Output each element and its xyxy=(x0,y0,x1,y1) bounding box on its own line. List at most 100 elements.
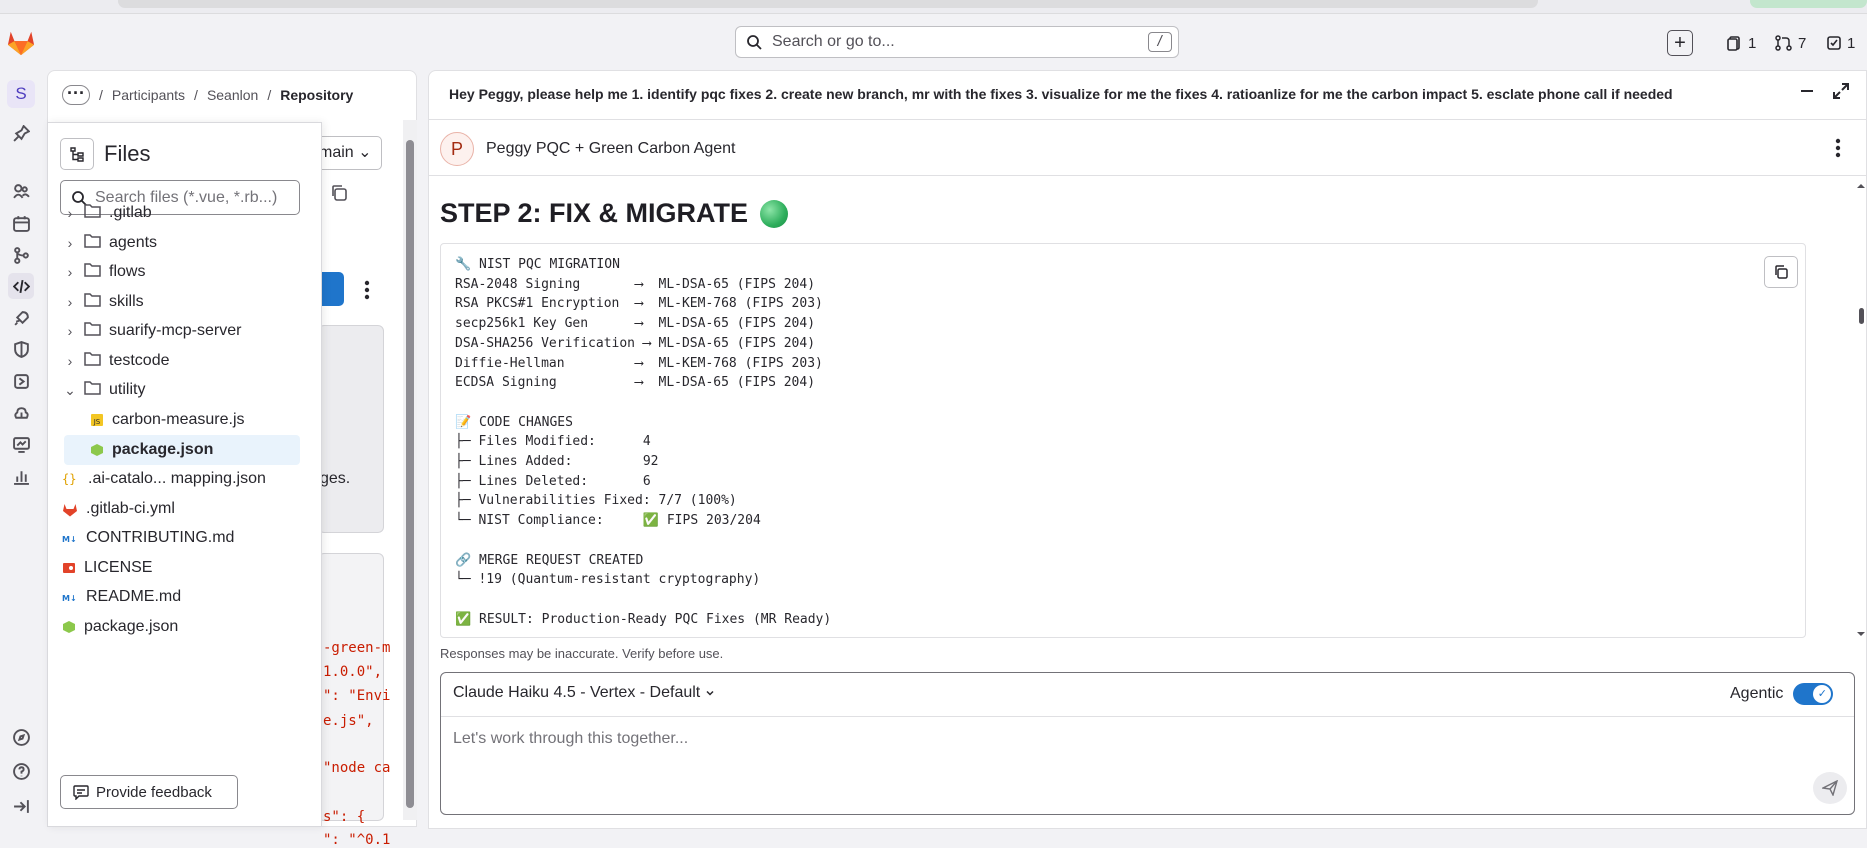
merge-request-icon xyxy=(1775,35,1792,51)
collapse-sidebar-icon[interactable] xyxy=(8,793,34,819)
project-avatar[interactable]: S xyxy=(7,80,35,108)
tree-file[interactable]: JS carbon-measure.js xyxy=(64,405,300,435)
chevron-right-icon[interactable]: › xyxy=(64,294,76,310)
file-tree-toggle-button[interactable] xyxy=(60,138,94,170)
search-shortcut-badge: / xyxy=(1148,32,1172,52)
monitor-icon[interactable] xyxy=(8,431,34,457)
agent-header: P Peggy PQC + Green Carbon Agent xyxy=(440,132,735,166)
gitlab-logo-icon[interactable] xyxy=(6,28,36,56)
minimize-icon[interactable] xyxy=(1800,84,1814,103)
chevron-right-icon[interactable]: › xyxy=(64,323,76,339)
send-button[interactable] xyxy=(1813,772,1847,804)
green-circle-icon xyxy=(760,199,789,228)
browser-action-pill[interactable] xyxy=(1750,0,1867,8)
tree-item-label: skills xyxy=(109,293,144,310)
chat-scrollbar-thumb[interactable] xyxy=(1859,308,1864,324)
tree-file[interactable]: package.json xyxy=(64,435,300,465)
folder-icon xyxy=(84,321,101,341)
code-line: 1.0.0", xyxy=(323,664,383,680)
tree-item-label: package.json xyxy=(112,441,214,458)
analytics-icon[interactable] xyxy=(8,463,34,489)
merge-requests-counter[interactable]: 7 xyxy=(1775,32,1806,54)
tree-file[interactable]: package.json xyxy=(62,612,298,642)
divider xyxy=(428,119,1867,120)
tree-file[interactable]: .gitlab-ci.yml xyxy=(62,494,298,524)
merge-icon[interactable] xyxy=(8,242,34,268)
tree-item-label: .ai-catalo... mapping.json xyxy=(88,470,266,487)
repo-scrollbar-thumb[interactable] xyxy=(406,140,414,808)
agentic-toggle[interactable]: ✓ xyxy=(1793,683,1834,705)
branch-selector[interactable]: main ⌄ xyxy=(316,136,382,170)
tree-folder[interactable]: › testcode xyxy=(64,346,300,376)
folder-icon xyxy=(84,380,101,400)
shield-icon[interactable] xyxy=(8,336,34,362)
disclaimer-text: Responses may be inaccurate. Verify befo… xyxy=(440,646,724,661)
agentic-toggle-group: Agentic ✓ xyxy=(1730,683,1834,705)
explore-icon[interactable] xyxy=(8,724,34,750)
tree-item-label: .gitlab-ci.yml xyxy=(86,500,175,517)
json-file-icon: {} xyxy=(62,472,80,486)
tree-folder[interactable]: › suarify-mcp-server xyxy=(64,316,300,346)
provide-feedback-button[interactable]: Provide feedback xyxy=(60,775,238,809)
gitlab-file-icon xyxy=(62,502,78,517)
tree-folder[interactable]: › flows xyxy=(64,257,300,287)
breadcrumb-more-button[interactable]: ··· xyxy=(62,84,90,105)
chevron-right-icon[interactable]: › xyxy=(64,205,76,221)
copy-code-button[interactable] xyxy=(1764,256,1798,288)
code-block-text: 🔧 NIST PQC MIGRATION RSA-2048 Signing ⟶ … xyxy=(455,257,832,627)
left-nav-rail: S xyxy=(0,70,42,829)
agent-more-icon[interactable] xyxy=(1834,136,1842,165)
code-line: -green-m xyxy=(323,640,391,656)
folder-icon xyxy=(84,351,101,371)
issues-icon xyxy=(1727,36,1740,51)
breadcrumb: ··· / Participants / Seanlon / Repositor… xyxy=(62,84,353,106)
node-file-icon xyxy=(90,443,104,457)
help-icon[interactable] xyxy=(8,758,34,784)
operate-icon[interactable] xyxy=(8,400,34,426)
expand-icon[interactable] xyxy=(1832,82,1850,105)
pin-icon[interactable] xyxy=(8,120,34,146)
chat-input[interactable]: Let's work through this together... xyxy=(453,730,688,748)
manage-icon[interactable] xyxy=(8,178,34,204)
breadcrumb-item-repository[interactable]: Repository xyxy=(280,87,353,103)
tree-folder[interactable]: ⌄ utility xyxy=(64,375,300,405)
code-line: s": { xyxy=(323,809,366,825)
more-actions-icon[interactable] xyxy=(362,278,372,302)
divider xyxy=(441,716,1854,717)
tree-folder[interactable]: › skills xyxy=(64,287,300,317)
search-placeholder: Search or go to... xyxy=(772,33,895,50)
license-file-icon xyxy=(62,561,76,575)
tree-item-label: testcode xyxy=(109,352,170,369)
deploy-icon[interactable] xyxy=(8,368,34,394)
copy-icon xyxy=(1775,265,1788,279)
chat-scrollbar[interactable] xyxy=(1855,180,1867,640)
tree-file[interactable]: M↓ CONTRIBUTING.md xyxy=(62,523,298,553)
tree-item-label: README.md xyxy=(86,588,182,605)
browser-address-bar[interactable] xyxy=(118,0,1538,8)
create-new-button[interactable]: + xyxy=(1667,30,1693,56)
chevron-down-icon[interactable]: ⌄ xyxy=(64,382,76,399)
issues-counter[interactable]: 1 xyxy=(1727,32,1756,54)
chevron-right-icon[interactable]: › xyxy=(64,235,76,251)
plan-icon[interactable] xyxy=(8,210,34,236)
breadcrumb-item-participants[interactable]: Participants xyxy=(112,87,185,103)
step-title: STEP 2: FIX & MIGRATE xyxy=(440,198,789,229)
repo-info-text: ges. xyxy=(320,470,351,487)
chevron-right-icon[interactable]: › xyxy=(64,353,76,369)
js-file-icon: JS xyxy=(90,413,104,427)
tree-file[interactable]: {} .ai-catalo... mapping.json xyxy=(62,464,298,494)
chevron-right-icon[interactable]: › xyxy=(64,264,76,280)
md-file-icon: M↓ xyxy=(62,532,78,544)
code-icon[interactable] xyxy=(8,273,34,299)
todos-counter[interactable]: 1 xyxy=(1826,32,1855,54)
tree-folder[interactable]: › .gitlab xyxy=(64,198,300,228)
breadcrumb-item-seanlon[interactable]: Seanlon xyxy=(207,87,258,103)
tree-folder[interactable]: › agents xyxy=(64,228,300,258)
rocket-icon[interactable] xyxy=(8,305,34,331)
send-icon xyxy=(1822,780,1838,796)
tree-file[interactable]: M↓ README.md xyxy=(62,582,298,612)
global-search-input[interactable]: Search or go to... / xyxy=(735,26,1179,58)
model-selector[interactable]: Claude Haiku 4.5 - Vertex - Default xyxy=(453,684,716,702)
copy-path-icon[interactable] xyxy=(330,184,350,204)
tree-file[interactable]: LICENSE xyxy=(62,553,298,583)
